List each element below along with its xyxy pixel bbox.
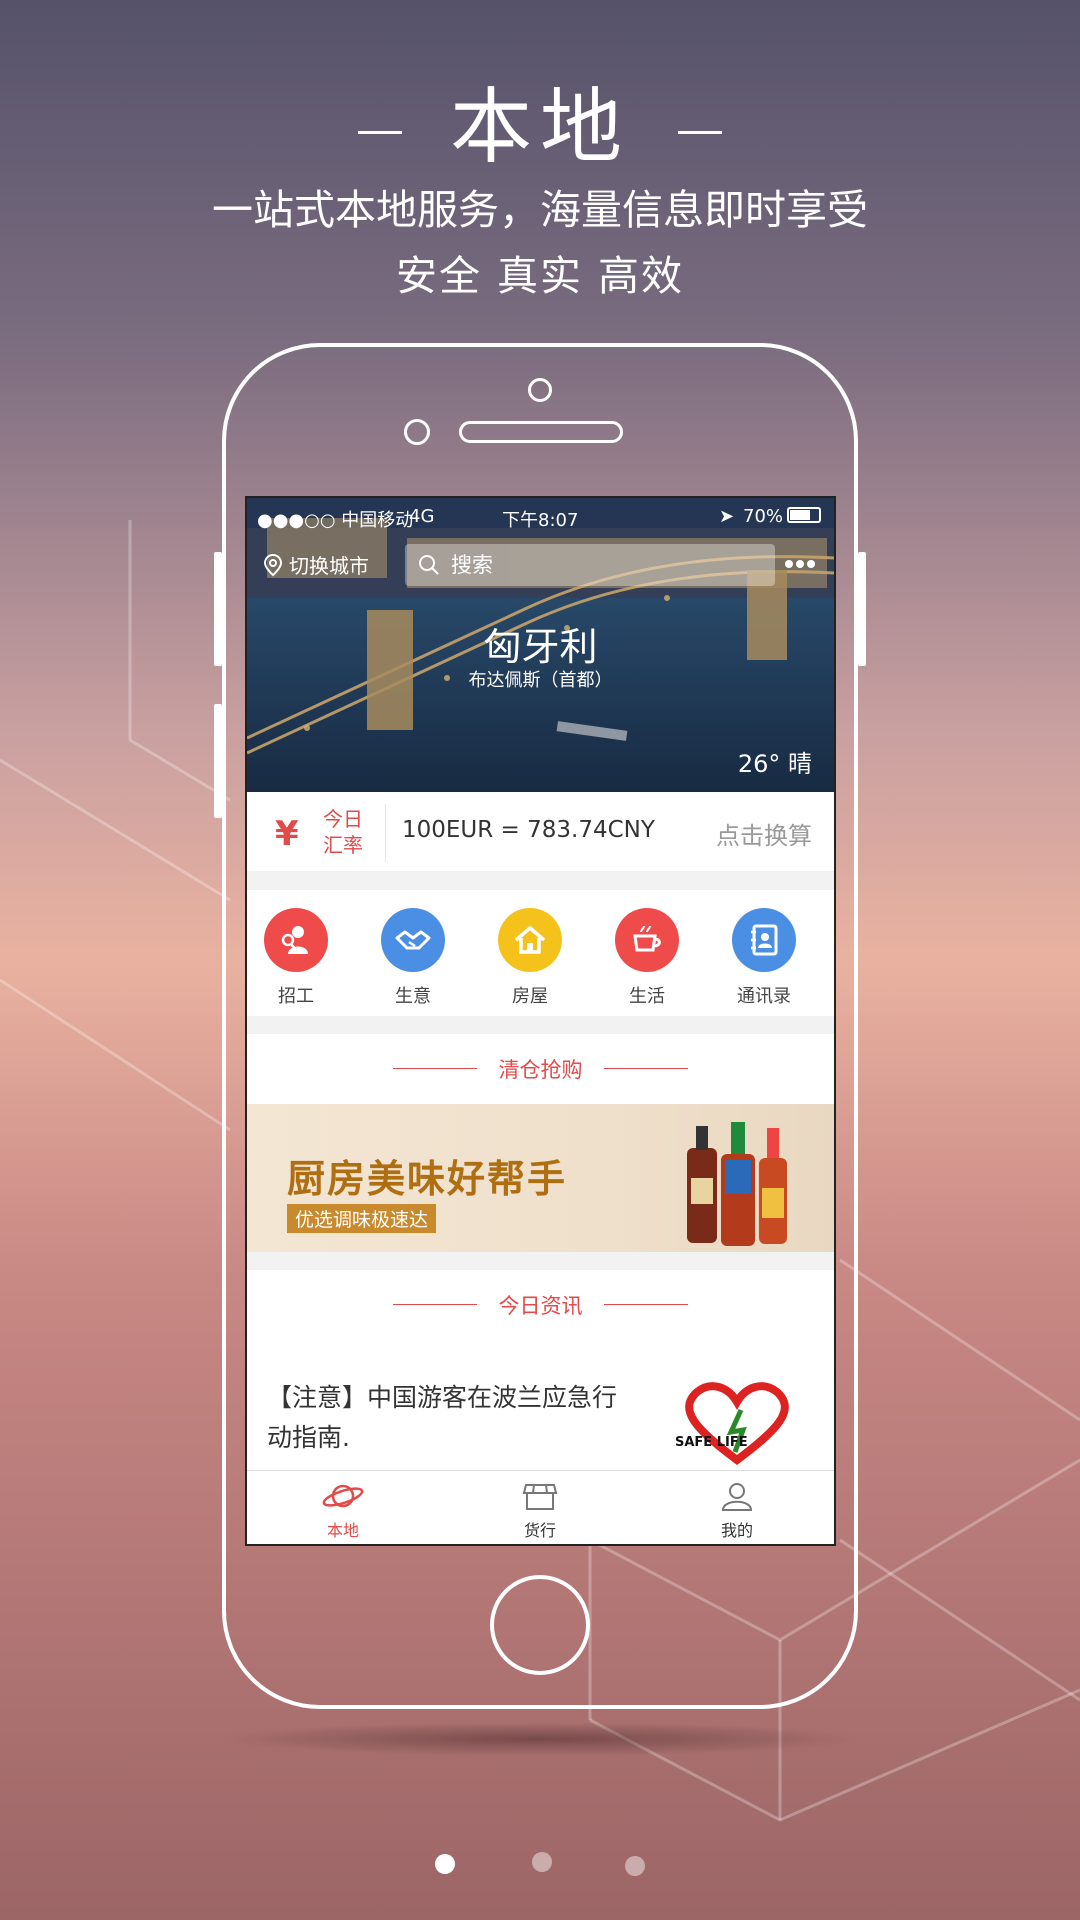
status-bar: ●●●○○ 中国移动 4G 下午8:07 ➤ 70% — [247, 498, 834, 532]
title-text: 本地 — [449, 80, 630, 175]
promo-banner[interactable]: 厨房美味好帮手 优选调味极速达 — [247, 1104, 834, 1252]
network-text: 4G — [409, 506, 435, 527]
tab-local[interactable]: 本地 — [293, 1481, 393, 1541]
category-grid: 招工 生意 房屋 生活 通讯录 — [247, 890, 834, 1016]
phone-side-button-left-2 — [214, 704, 222, 818]
sauce-bottles-image — [687, 1122, 787, 1246]
category-item-housing[interactable]: 房屋 — [485, 908, 575, 1008]
phone-shadow — [214, 1722, 866, 1756]
tab-mine-label: 我的 — [720, 1521, 753, 1540]
worker-icon — [264, 908, 328, 972]
news-thumbnail-text: SAFE LIFE — [675, 1435, 748, 1450]
page-dot[interactable] — [625, 1856, 645, 1876]
tab-mine[interactable]: 我的 — [687, 1481, 787, 1541]
tab-store[interactable]: 货行 — [490, 1481, 590, 1541]
location-pin-icon — [263, 553, 283, 576]
category-item-life[interactable]: 生活 — [602, 908, 692, 1008]
country-name: 匈牙利 — [483, 625, 598, 669]
banner-subtitle: 优选调味极速达 — [287, 1204, 437, 1233]
exchange-rate-label: 今日汇率 — [323, 807, 363, 857]
yen-icon: ¥ — [275, 814, 299, 854]
section-divider — [247, 1016, 834, 1034]
time-text: 下午8:07 — [502, 510, 579, 531]
handshake-icon — [381, 908, 445, 972]
exchange-rate-value: 100EUR = 783.74CNY — [402, 817, 655, 843]
page-tagline: 安全 真实 高效 — [395, 252, 685, 300]
header-line-right — [604, 1304, 688, 1305]
section-divider — [247, 872, 834, 890]
category-item-contacts[interactable]: 通讯录 — [719, 908, 809, 1008]
page-dot-active[interactable] — [435, 1854, 455, 1874]
news-section-header: 今日资讯 — [247, 1270, 834, 1340]
category-label: 通讯录 — [737, 986, 791, 1007]
switch-city-label: 切换城市 — [289, 554, 369, 578]
title-dash-left — [357, 131, 402, 135]
carrier-text: ●●●○○ 中国移动 — [257, 510, 414, 531]
clearance-section-header: 清仓抢购 — [247, 1034, 834, 1104]
search-box[interactable] — [405, 544, 775, 586]
news-item-title: 【注意】中国游客在波兰应急行动指南. — [267, 1383, 618, 1452]
phone-camera — [528, 378, 552, 402]
category-label: 生意 — [395, 986, 431, 1007]
hero-banner: ●●●○○ 中国移动 4G 下午8:07 ➤ 70% 切换城市 搜索 匈牙利 布… — [247, 498, 834, 792]
tab-local-label: 本地 — [326, 1521, 359, 1540]
phone-side-button-left-1 — [214, 552, 222, 666]
app-screen: ●●●○○ 中国移动 4G 下午8:07 ➤ 70% 切换城市 搜索 匈牙利 布… — [245, 496, 836, 1546]
user-icon — [721, 1483, 753, 1511]
battery-text: 70% — [743, 506, 784, 527]
banner-title: 厨房美味好帮手 — [287, 1157, 568, 1201]
page-subtitle: 一站式本地服务，海量信息即时享受 — [212, 186, 868, 234]
section-divider — [247, 1252, 834, 1270]
bottom-tab-bar: 本地 货行 我的 — [247, 1470, 834, 1544]
house-icon — [498, 908, 562, 972]
battery-icon — [787, 507, 821, 523]
category-label: 招工 — [278, 986, 314, 1007]
header-line-right — [604, 1068, 688, 1069]
exchange-divider — [385, 804, 386, 862]
phone-sensor — [404, 419, 430, 445]
weather-text: 26° 晴 — [737, 750, 812, 778]
page-indicator — [0, 1852, 1080, 1876]
news-list-item[interactable]: 【注意】中国游客在波兰应急行动指南. SAFE LIFE — [247, 1340, 834, 1470]
search-icon — [419, 555, 439, 575]
phone-side-button-right — [858, 552, 866, 666]
tab-store-label: 货行 — [523, 1521, 556, 1540]
contacts-icon — [732, 908, 796, 972]
news-title: 今日资讯 — [498, 1294, 583, 1318]
coffee-cup-icon — [615, 908, 679, 972]
category-item-recruit[interactable]: 招工 — [251, 908, 341, 1008]
planet-icon — [322, 1484, 364, 1508]
clearance-title: 清仓抢购 — [498, 1058, 583, 1082]
search-input[interactable] — [451, 553, 751, 577]
top-bar: 切换城市 — [247, 540, 834, 590]
category-label: 房屋 — [512, 986, 548, 1007]
more-dot-icon — [785, 560, 793, 568]
category-item-business[interactable]: 生意 — [368, 908, 458, 1008]
page-dot[interactable] — [532, 1852, 552, 1872]
switch-city-button[interactable]: 切换城市 — [263, 550, 369, 579]
store-icon — [522, 1484, 558, 1510]
location-arrow-icon: ➤ — [719, 506, 735, 527]
news-thumbnail: SAFE LIFE — [675, 1382, 789, 1466]
more-menu-button[interactable] — [785, 552, 825, 576]
phone-home-button — [490, 1575, 590, 1675]
page-title: 本地 — [0, 60, 1080, 179]
capital-name: 布达佩斯（首都） — [468, 670, 613, 691]
convert-button[interactable]: 点击换算 — [716, 816, 812, 851]
title-dash-right — [678, 131, 722, 135]
more-dot-icon — [807, 560, 815, 568]
more-dot-icon — [796, 560, 804, 568]
phone-speaker — [459, 421, 623, 443]
exchange-rate-row[interactable]: ¥ 今日汇率 100EUR = 783.74CNY 点击换算 — [247, 792, 834, 872]
category-label: 生活 — [629, 986, 665, 1007]
